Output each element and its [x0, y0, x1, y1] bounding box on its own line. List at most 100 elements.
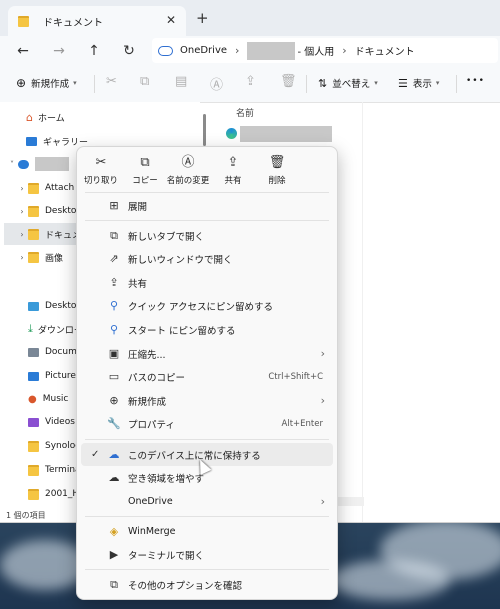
- terminal-icon: ▶: [109, 548, 119, 561]
- folder-icon: [28, 182, 39, 194]
- back-arrow-icon[interactable]: ←: [12, 41, 34, 61]
- menu-item-share[interactable]: ⇪ 共有: [77, 271, 337, 294]
- cut-button[interactable]: ✂ 切り取り: [81, 155, 121, 186]
- share-icon[interactable]: ⇪: [245, 74, 256, 89]
- copy-button[interactable]: ⧉ コピー: [125, 155, 165, 186]
- forward-arrow-icon[interactable]: →: [48, 41, 70, 61]
- nav-item-videos[interactable]: Videos: [28, 411, 75, 433]
- folder-icon: [18, 15, 29, 27]
- nav-item-downloads[interactable]: ⤓ ダウンロー: [28, 318, 83, 340]
- menu-item-label: クイック アクセスにピン留めする: [128, 301, 274, 313]
- breadcrumb-separator[interactable]: ›: [235, 44, 239, 57]
- rename-icon: Ⓐ: [181, 155, 195, 170]
- view-button[interactable]: ☰ 表示 ▾: [398, 76, 440, 91]
- menu-item-label: 圧縮先...: [128, 349, 166, 361]
- redacted-account-name: [35, 157, 69, 171]
- copy-icon[interactable]: ⧉: [140, 74, 149, 89]
- chevron-down-icon: ▾: [73, 79, 77, 87]
- rename-button[interactable]: Ⓐ 名前の変更: [163, 155, 213, 186]
- nav-scrollbar[interactable]: [203, 114, 206, 146]
- close-icon[interactable]: ✕: [166, 13, 176, 27]
- nav-item-label: Attach: [45, 183, 75, 193]
- home-icon: ⌂: [26, 110, 33, 124]
- nav-item-synology[interactable]: Synolog: [28, 435, 81, 457]
- nav-item-label: Music: [42, 394, 69, 404]
- menu-item-winmerge[interactable]: ◈ WinMerge: [77, 520, 337, 543]
- delete-button[interactable]: 🗑 削除: [257, 155, 297, 186]
- nav-item-desktop[interactable]: Desktop: [28, 295, 82, 317]
- chevron-right-icon: ›: [20, 206, 24, 216]
- download-icon: ⤓: [28, 322, 33, 335]
- pin-icon: ⚲: [109, 323, 119, 336]
- nav-item-attach[interactable]: › Attach: [16, 177, 74, 199]
- refresh-icon[interactable]: ↻: [118, 41, 140, 61]
- chevron-right-icon: ›: [320, 394, 325, 407]
- sort-button[interactable]: ⇅ 並べ替え ▾: [318, 76, 378, 91]
- menu-item-pin-start[interactable]: ⚲ スタート にピン留めする: [77, 318, 337, 341]
- delete-icon[interactable]: 🗑: [280, 74, 297, 89]
- new-tab-icon: ⧉: [110, 228, 118, 242]
- column-header-name[interactable]: 名前: [236, 106, 254, 119]
- nav-item-documents[interactable]: Docume: [28, 341, 82, 363]
- divider: [306, 75, 307, 93]
- videos-icon: [28, 417, 39, 427]
- chevron-down-icon: ▾: [435, 79, 440, 87]
- delete-label: 削除: [268, 176, 286, 186]
- menu-item-compress[interactable]: ▣ 圧縮先... ›: [77, 342, 337, 365]
- share-button[interactable]: ⇪ 共有: [213, 155, 253, 186]
- more-options-icon: ⧉: [110, 577, 118, 591]
- up-arrow-icon[interactable]: ↑: [83, 41, 105, 61]
- chevron-down-icon: ▾: [374, 79, 378, 87]
- breadcrumb-owner-suffix[interactable]: - 個人用: [297, 43, 334, 58]
- nav-item-desktop-onedrive[interactable]: › Deskto: [16, 200, 76, 222]
- menu-divider: [85, 439, 329, 440]
- tab-documents[interactable]: ドキュメント ✕: [8, 6, 186, 36]
- new-tab-button[interactable]: +: [196, 9, 209, 27]
- menu-item-show-more-options[interactable]: ⧉ その他のオプションを確認: [77, 573, 337, 596]
- folder-icon: [28, 251, 39, 263]
- nav-item-music[interactable]: ● Music: [28, 388, 68, 410]
- cut-label: 切り取り: [83, 176, 118, 186]
- folder-icon: [28, 440, 39, 452]
- breadcrumb-documents[interactable]: ドキュメント: [355, 43, 415, 58]
- menu-item-onedrive[interactable]: OneDrive ›: [77, 490, 337, 513]
- edge-file-icon: [226, 128, 237, 139]
- zip-folder-icon: ▣: [108, 347, 120, 360]
- menu-item-expand[interactable]: ⊞ 展開: [77, 194, 337, 217]
- rename-icon[interactable]: Ⓐ: [210, 74, 223, 93]
- onedrive-cloud-icon: [158, 45, 173, 56]
- more-options-button[interactable]: •••: [466, 76, 485, 86]
- menu-item-properties[interactable]: 🔧 プロパティ Alt+Enter: [77, 412, 337, 435]
- shortcut-text: Ctrl+Shift+C: [268, 371, 323, 382]
- menu-item-copy-path[interactable]: ▭ パスのコピー Ctrl+Shift+C: [77, 365, 337, 388]
- menu-item-open-new-tab[interactable]: ⧉ 新しいタブで開く: [77, 224, 337, 247]
- copy-path-icon: ▭: [108, 370, 120, 383]
- nav-item-images[interactable]: › 画像: [16, 246, 63, 268]
- nav-item-pictures[interactable]: Pictures: [28, 365, 81, 387]
- nav-item-terminal[interactable]: Termina: [28, 459, 81, 481]
- folder-icon: [28, 228, 39, 240]
- view-button-label: 表示: [412, 79, 432, 90]
- breadcrumb-separator[interactable]: ›: [342, 44, 346, 57]
- nav-item-documents-onedrive[interactable]: › ドキュメ: [4, 223, 86, 245]
- menu-item-new[interactable]: ⊕ 新規作成 ›: [77, 389, 337, 412]
- address-bar[interactable]: OneDrive › - 個人用 › ドキュメント: [152, 38, 498, 63]
- share-label: 共有: [224, 176, 242, 186]
- menu-item-open-new-window[interactable]: ⇗ 新しいウィンドウで開く: [77, 247, 337, 270]
- nav-item-home[interactable]: ⌂ ホーム: [26, 106, 65, 128]
- shortcut-text: Alt+Enter: [281, 418, 323, 429]
- folder-icon: [28, 488, 39, 500]
- menu-item-label: 展開: [128, 201, 148, 213]
- redacted-file-name[interactable]: [240, 126, 332, 142]
- menu-item-label: その他のオプションを確認: [128, 580, 243, 592]
- chevron-right-icon: ›: [20, 183, 24, 193]
- menu-item-open-terminal[interactable]: ▶ ターミナルで開く: [77, 543, 337, 566]
- paste-icon[interactable]: ▤: [175, 74, 187, 89]
- menu-item-pin-quick-access[interactable]: ⚲ クイック アクセスにピン留めする: [77, 294, 337, 317]
- menu-divider: [85, 220, 329, 221]
- breadcrumb-onedrive[interactable]: OneDrive: [180, 45, 227, 56]
- nav-item-onedrive[interactable]: ˅: [6, 153, 69, 175]
- new-button[interactable]: ⊕ 新規作成 ▾: [16, 76, 77, 90]
- menu-item-label: ターミナルで開く: [128, 550, 205, 562]
- cut-icon[interactable]: ✂: [106, 74, 117, 89]
